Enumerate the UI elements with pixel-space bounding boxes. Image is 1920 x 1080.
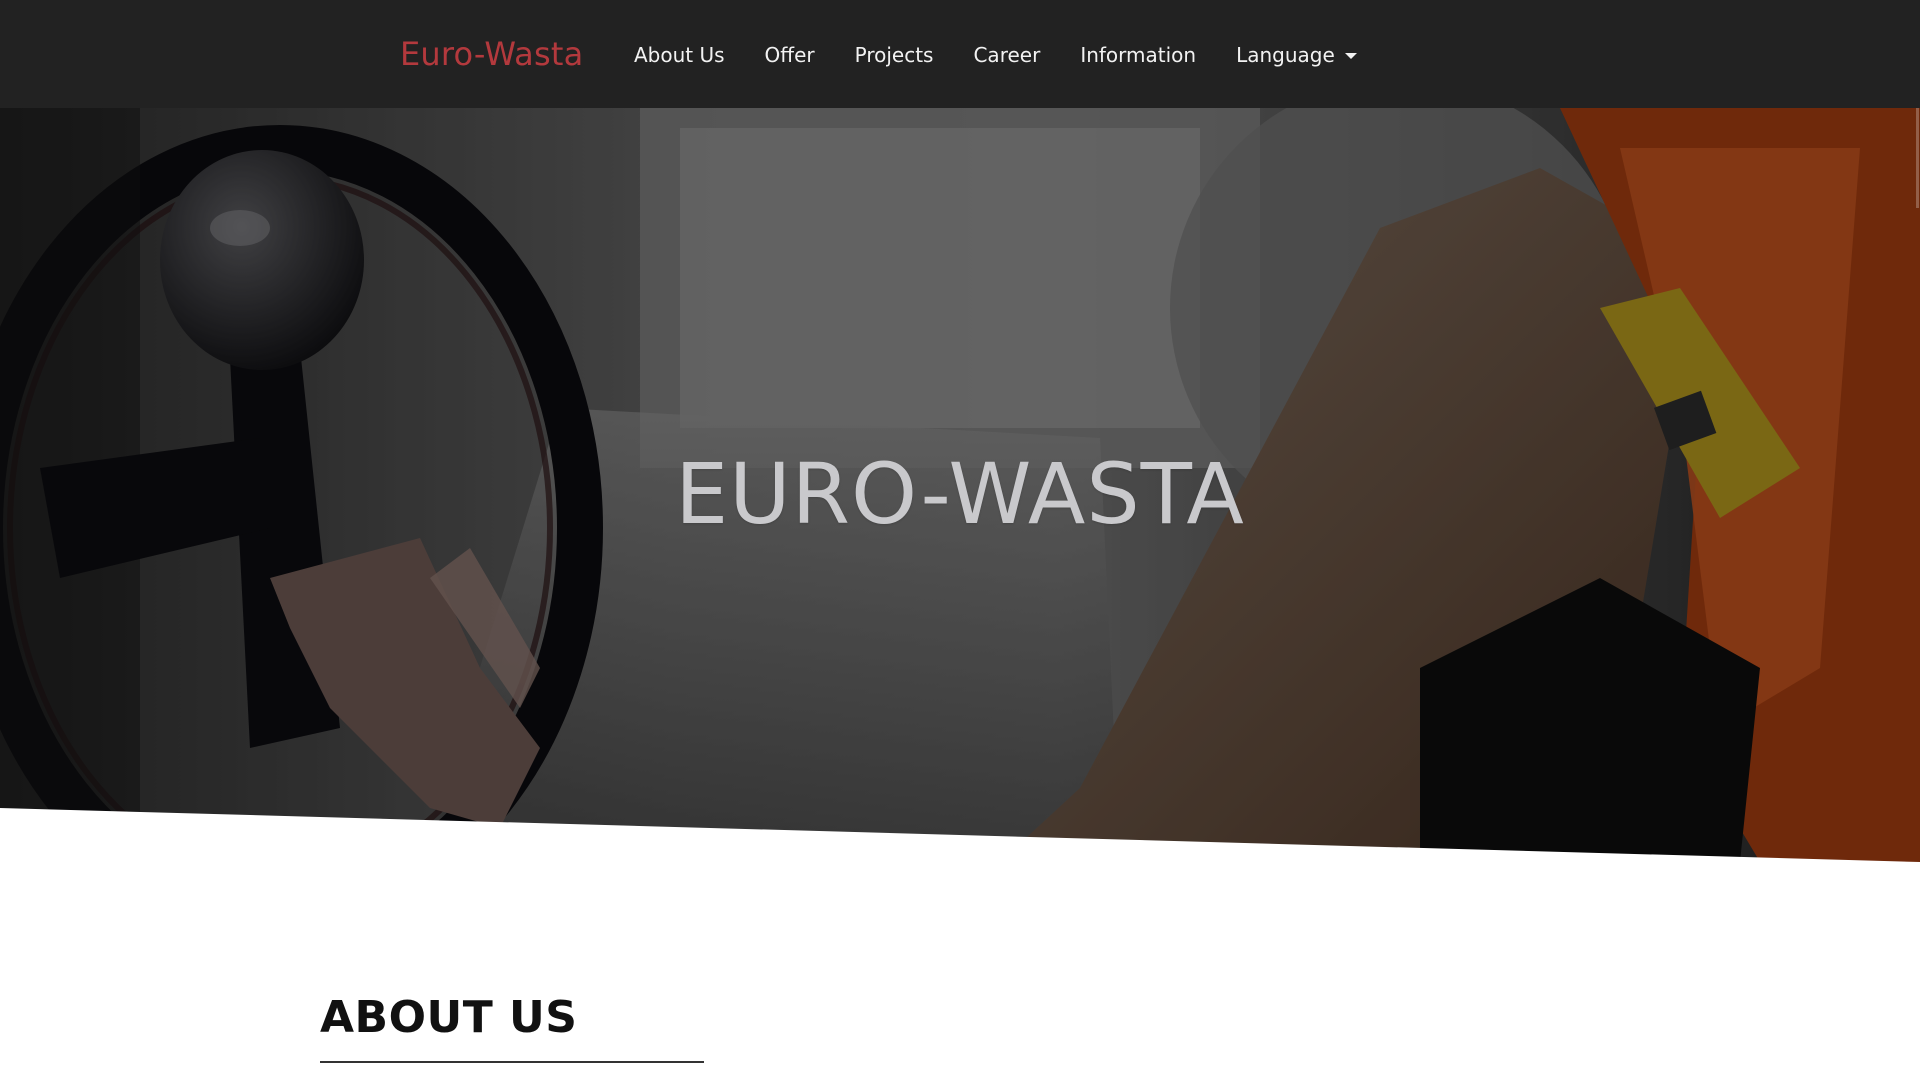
hero-banner: EURO-WASTA bbox=[0, 108, 1920, 862]
nav-projects[interactable]: Projects bbox=[855, 40, 934, 70]
main-nav: About Us Offer Projects Career Informati… bbox=[634, 40, 1397, 70]
scrollbar-thumb[interactable] bbox=[1916, 108, 1919, 208]
hero-slant-divider bbox=[0, 808, 1920, 862]
nav-information[interactable]: Information bbox=[1080, 40, 1196, 70]
nav-language-label: Language bbox=[1236, 43, 1335, 67]
nav-career[interactable]: Career bbox=[973, 40, 1040, 70]
about-heading-underline bbox=[320, 1061, 704, 1063]
brand-logo-link[interactable]: Euro-Wasta bbox=[400, 34, 583, 74]
nav-offer[interactable]: Offer bbox=[765, 40, 815, 70]
caret-down-icon bbox=[1344, 53, 1357, 59]
hero-title: EURO-WASTA bbox=[675, 445, 1245, 543]
page-scrollbar[interactable] bbox=[1912, 108, 1920, 1080]
nav-about-us[interactable]: About Us bbox=[634, 40, 725, 70]
about-us-heading: ABOUT US bbox=[320, 992, 578, 1043]
top-navbar: Euro-Wasta About Us Offer Projects Caree… bbox=[0, 0, 1920, 108]
nav-language-dropdown[interactable]: Language bbox=[1236, 40, 1357, 70]
